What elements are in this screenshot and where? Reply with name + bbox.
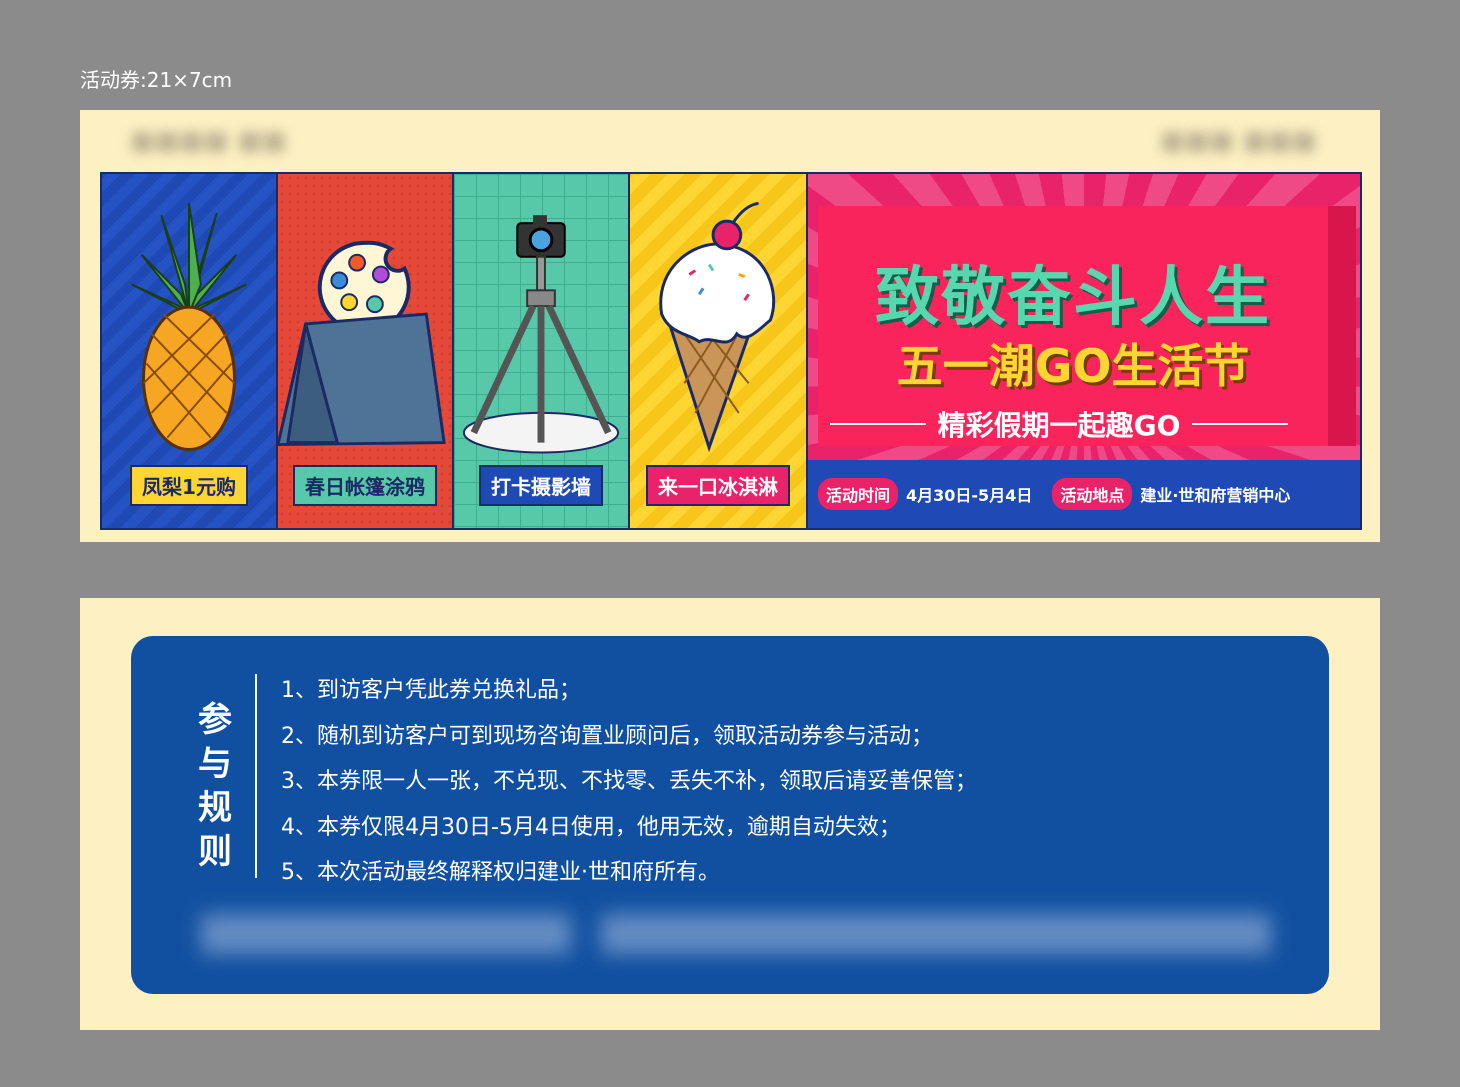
time-label: 活动时间: [818, 478, 899, 510]
promo-title-secondary: 五一潮GO生活节: [896, 339, 1250, 393]
blurred-logo-right: ■■■ ■■■: [1160, 126, 1317, 156]
promo-subtitle-row: 精彩假期一起趣GO: [830, 404, 1289, 444]
rule-item: 2、随机到访客户可到现场咨询置业顾问后，领取活动券参与活动；: [281, 723, 933, 749]
activity-strip: 凤梨1元购 春日帐篷涂鸦 打卡摄影墙 来一口冰淇淋 致敬奋斗人生 五一潮GO生活…: [100, 172, 1362, 530]
voucher-back: 参与规则 1、到访客户凭此券兑换礼品； 2、随机到访客户可到现场咨询置业顾问后，…: [80, 598, 1380, 1030]
rules-list: 1、到访客户凭此券兑换礼品； 2、随机到访客户可到现场咨询置业顾问后，领取活动券…: [281, 668, 977, 896]
blurred-logo-left: ■■■■ ■■: [130, 126, 287, 156]
size-label: 活动券:21×7cm: [80, 68, 233, 92]
ice-cream-icon: [659, 201, 776, 453]
promo-subtitle: 精彩假期一起趣GO: [937, 409, 1181, 442]
place-label: 活动地点: [1052, 478, 1133, 510]
panel-camera: 打卡摄影墙: [454, 174, 630, 528]
panel-promo: 致敬奋斗人生 五一潮GO生活节 精彩假期一起趣GO 活动时间 4月30日-5月4…: [808, 174, 1360, 528]
panel-icecream: 来一口冰淇淋: [630, 174, 808, 528]
pineapple-icon: [131, 203, 247, 451]
place-value: 建业·世和府营销中心: [1140, 486, 1291, 505]
camera-tripod-icon: [462, 215, 620, 454]
time-value: 4月30日-5月4日: [906, 486, 1033, 505]
tag-camera: 打卡摄影墙: [479, 465, 603, 506]
rules-divider: [255, 674, 257, 878]
rule-item: 1、到访客户凭此券兑换礼品；: [281, 678, 581, 703]
voucher-front: ■■■■ ■■ ■■■ ■■■ 凤梨1元购 春日帐篷涂鸦 打卡摄影墙 来一口冰淇…: [80, 110, 1380, 542]
rules-title: 参与规则: [198, 700, 232, 872]
promo-title-main: 致敬奋斗人生: [875, 261, 1271, 335]
rule-item: 5、本次活动最终解释权归建业·世和府所有。: [281, 860, 720, 885]
divider-line: [1192, 423, 1289, 425]
tag-icecream: 来一口冰淇淋: [646, 465, 790, 506]
rule-item: 3、本券限一人一张，不兑现、不找零、丢失不补，领取后请妥善保管；: [281, 769, 977, 794]
tag-pineapple: 凤梨1元购: [130, 465, 248, 506]
tent-palette-icon: [278, 240, 446, 447]
rules-box: 参与规则 1、到访客户凭此券兑换礼品； 2、随机到访客户可到现场咨询置业顾问后，…: [131, 636, 1329, 994]
promo-box: 致敬奋斗人生 五一潮GO生活节 精彩假期一起趣GO: [818, 206, 1356, 446]
blurred-address: [601, 914, 1271, 954]
tag-tent: 春日帐篷涂鸦: [293, 465, 437, 506]
divider-line: [830, 423, 926, 425]
info-bar: 活动时间 4月30日-5月4日 活动地点 建业·世和府营销中心: [808, 460, 1360, 528]
panel-pineapple: 凤梨1元购: [102, 174, 278, 528]
rule-item: 4、本券仅限4月30日-5月4日使用，他用无效，逾期自动失效；: [281, 814, 901, 840]
panel-tent: 春日帐篷涂鸦: [278, 174, 454, 528]
blurred-phone: [201, 914, 571, 954]
